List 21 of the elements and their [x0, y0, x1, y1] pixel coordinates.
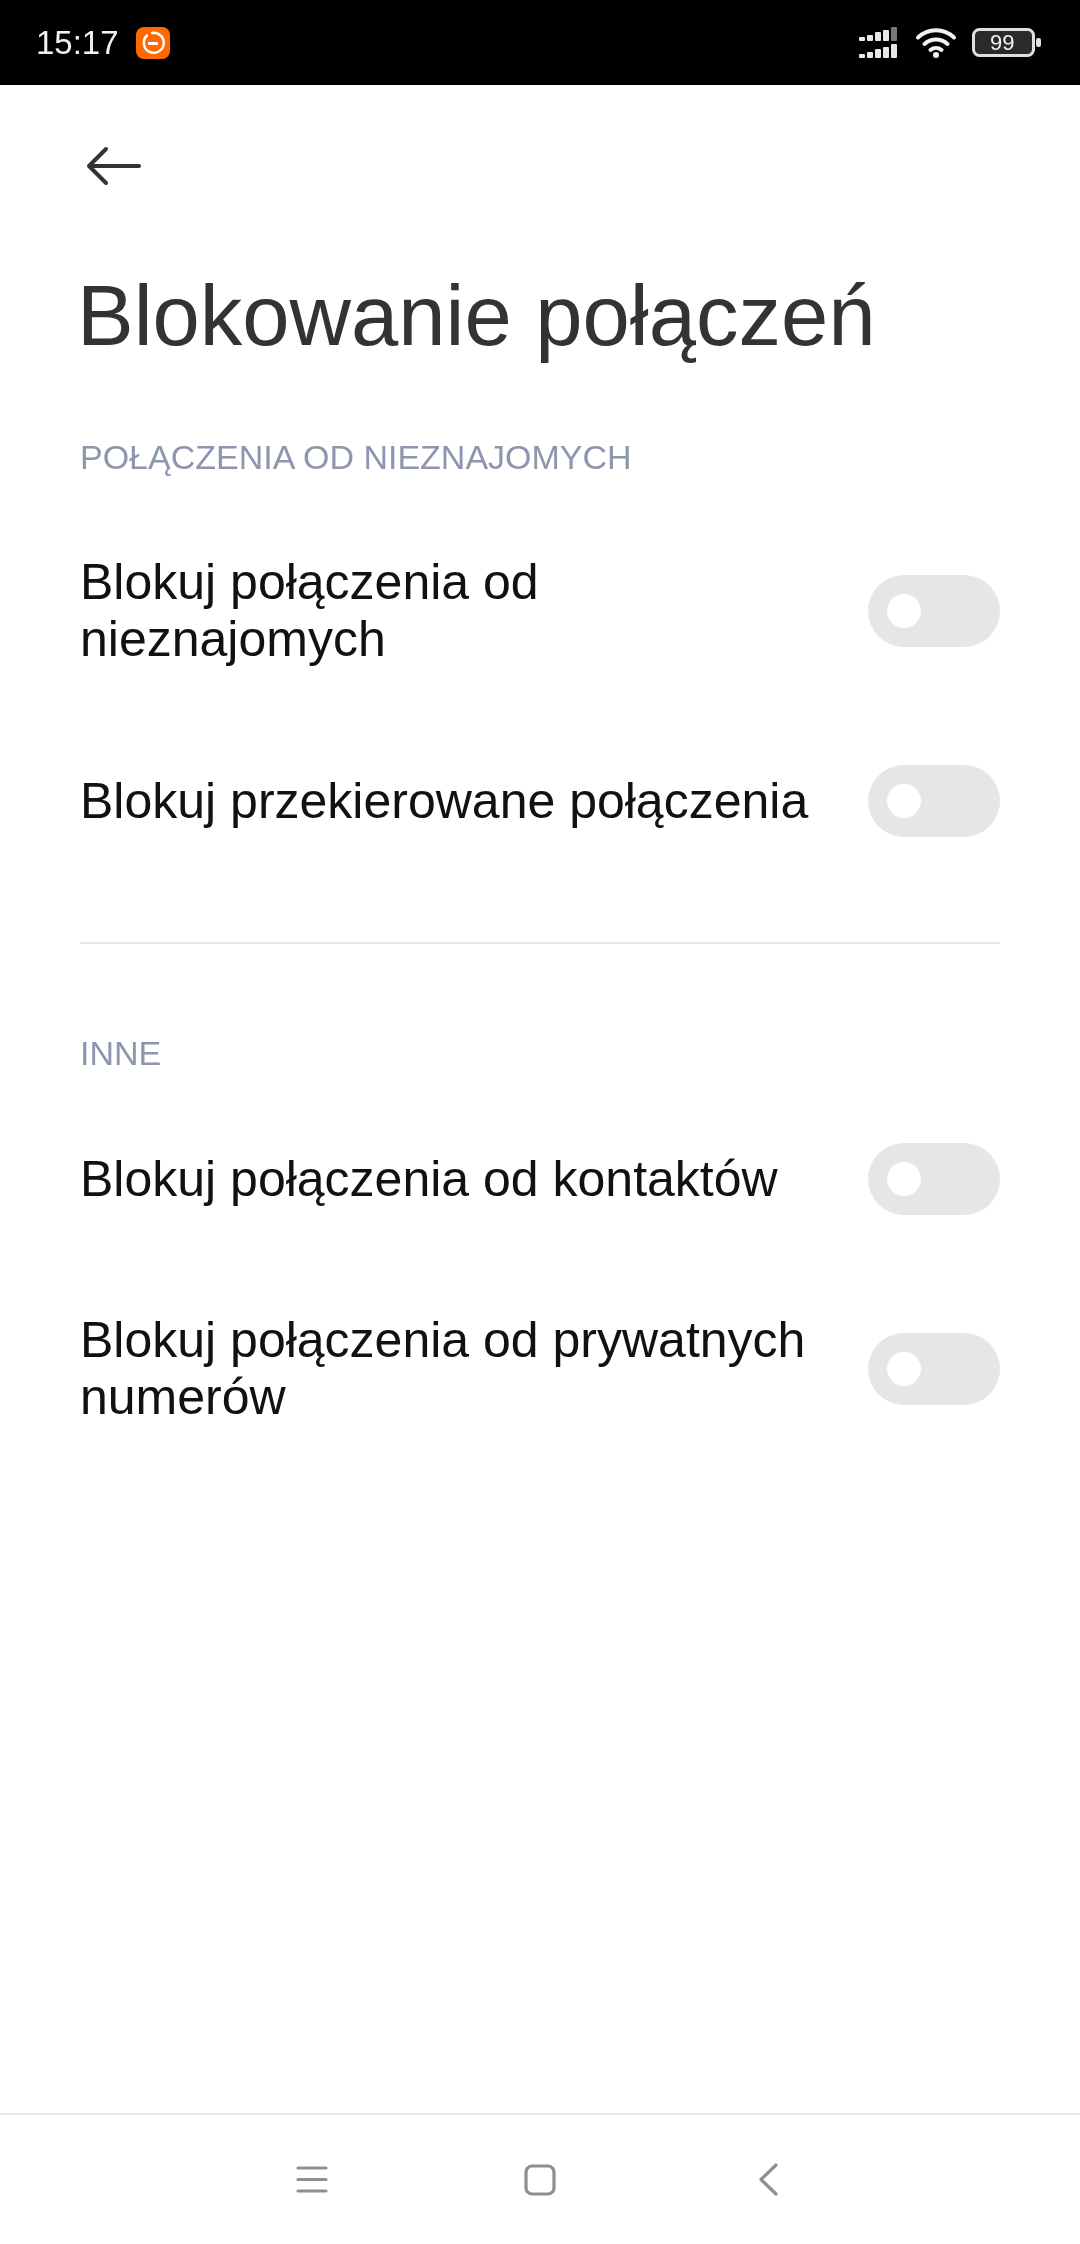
- app-icon: [135, 26, 170, 59]
- switch-thumb: [887, 594, 921, 628]
- square-icon: [524, 2163, 556, 2196]
- chevron-left-icon: [758, 2163, 778, 2196]
- setting-label: Blokuj połączenia od nieznajomych: [80, 554, 540, 668]
- signal-icon: [859, 27, 899, 58]
- section-header: INNE: [80, 1033, 162, 1073]
- section-header: POŁĄCZENIA OD NIEZNAJOMYCH: [80, 437, 632, 477]
- battery-percentage: 99: [990, 32, 1015, 53]
- switch-thumb: [887, 784, 921, 818]
- switch-thumb: [887, 1162, 921, 1196]
- setting-label: Blokuj połączenia od kontaktów: [80, 1150, 779, 1208]
- menu-icon: [296, 2166, 328, 2193]
- setting-label: Blokuj połączenia od prywatnych numerów: [80, 1312, 807, 1426]
- page-title: Blokowanie połączeń: [77, 268, 876, 364]
- wifi-icon: [915, 27, 957, 58]
- setting-label: Blokuj przekierowane połączenia: [80, 772, 810, 830]
- status-time: 15:17: [36, 26, 119, 59]
- battery-icon: [972, 28, 1041, 57]
- back-arrow-icon: [85, 146, 141, 186]
- switch-thumb: [887, 1352, 921, 1386]
